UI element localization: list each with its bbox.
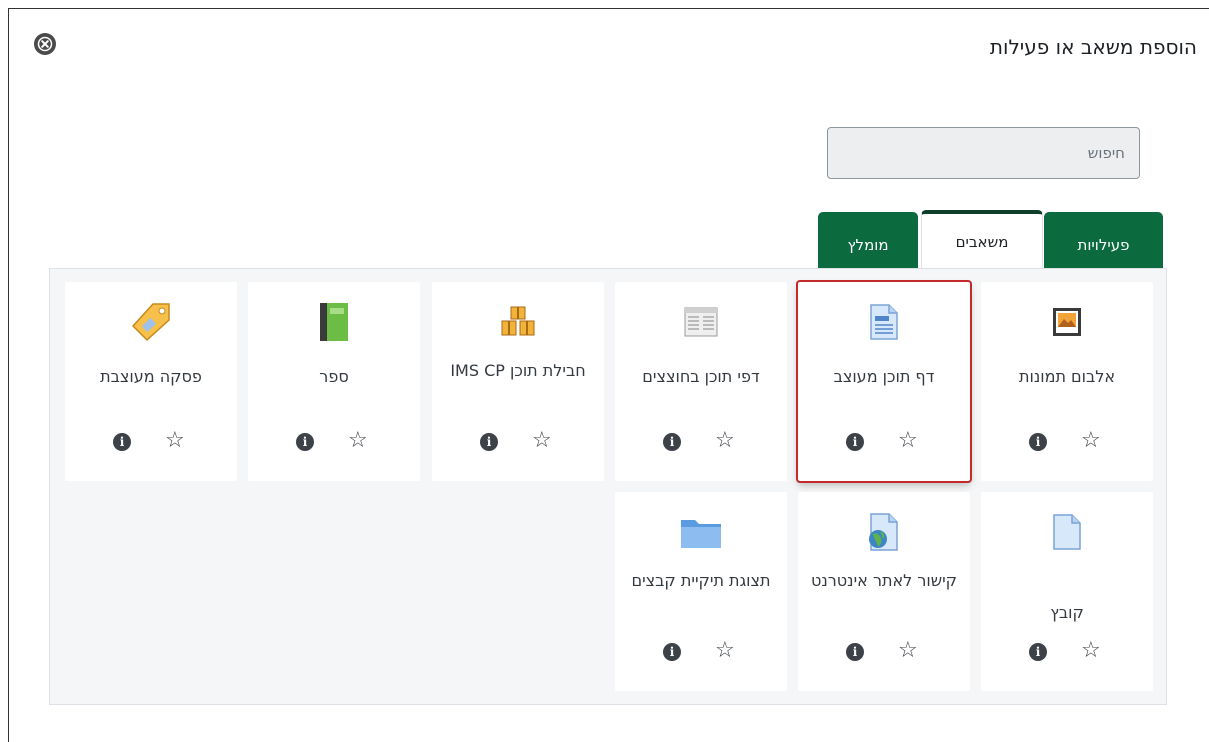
module-card-tabbed-pages[interactable]: דפי תוכן בחוצצים i ☆ bbox=[615, 282, 787, 481]
info-icon[interactable]: i bbox=[846, 643, 864, 661]
module-label: קישור לאתר אינטרנט bbox=[810, 571, 958, 590]
image-gallery-icon bbox=[1053, 308, 1081, 336]
star-icon[interactable]: ☆ bbox=[532, 429, 552, 453]
search-input[interactable] bbox=[827, 127, 1140, 179]
info-icon[interactable]: i bbox=[846, 433, 864, 451]
info-icon[interactable]: i bbox=[663, 433, 681, 451]
module-card-book[interactable]: ספר i ☆ bbox=[248, 282, 420, 481]
book-icon bbox=[320, 303, 348, 341]
module-card-url[interactable]: קישור לאתר אינטרנט i ☆ bbox=[798, 492, 970, 691]
folder-icon bbox=[681, 520, 721, 548]
star-icon[interactable]: ☆ bbox=[715, 639, 735, 663]
star-icon[interactable]: ☆ bbox=[898, 639, 918, 663]
info-icon[interactable]: i bbox=[480, 433, 498, 451]
module-card-file[interactable]: קובץ i ☆ bbox=[981, 492, 1153, 691]
info-icon[interactable]: i bbox=[296, 433, 314, 451]
tab-resources[interactable]: משאבים bbox=[921, 210, 1043, 270]
tab-recommended[interactable]: מומלץ bbox=[818, 212, 918, 269]
label-tag-icon bbox=[131, 303, 170, 342]
module-label: קובץ bbox=[1050, 603, 1084, 622]
module-label: תצוגת תיקיית קבצים bbox=[631, 571, 771, 590]
info-icon[interactable]: i bbox=[1029, 643, 1047, 661]
module-label: דף תוכן מעוצב bbox=[833, 367, 935, 386]
module-card-label[interactable]: פסקה מעוצבת i ☆ bbox=[65, 282, 237, 481]
ims-package-icon bbox=[501, 306, 535, 336]
module-label: אלבום תמונות bbox=[1018, 367, 1116, 386]
info-icon[interactable]: i bbox=[1029, 433, 1047, 451]
star-icon[interactable]: ☆ bbox=[348, 429, 368, 453]
url-icon bbox=[869, 513, 898, 551]
module-label: פסקה מעוצבת bbox=[100, 367, 202, 386]
module-card-page[interactable]: דף תוכן מעוצב i ☆ bbox=[796, 280, 972, 483]
info-icon[interactable]: i bbox=[113, 433, 131, 451]
dialog-title: הוספת משאב או פעילות bbox=[989, 35, 1197, 59]
module-card-ims-package[interactable]: חבילת תוכן IMS CP i ☆ bbox=[432, 282, 604, 481]
star-icon[interactable]: ☆ bbox=[1081, 639, 1101, 663]
star-icon[interactable]: ☆ bbox=[898, 429, 918, 453]
star-icon[interactable]: ☆ bbox=[165, 429, 185, 453]
file-icon bbox=[1053, 514, 1081, 550]
modules-panel: אלבום תמונות i ☆ דף תוכן מעוצב i ☆ דפי ת… bbox=[49, 268, 1167, 705]
star-icon[interactable]: ☆ bbox=[1081, 429, 1101, 453]
star-icon[interactable]: ☆ bbox=[715, 429, 735, 453]
tab-activities[interactable]: פעילויות bbox=[1044, 212, 1163, 269]
module-card-folder[interactable]: תצוגת תיקיית קבצים i ☆ bbox=[615, 492, 787, 691]
page-icon bbox=[870, 304, 898, 340]
info-icon[interactable]: i bbox=[663, 643, 681, 661]
tabbed-pages-icon bbox=[684, 307, 718, 337]
module-label: דפי תוכן בחוצצים bbox=[642, 367, 760, 386]
module-label: חבילת תוכן IMS CP bbox=[450, 361, 586, 380]
module-label: ספר bbox=[319, 367, 349, 386]
close-icon bbox=[35, 34, 55, 54]
close-button[interactable] bbox=[34, 33, 56, 55]
module-card-image-gallery[interactable]: אלבום תמונות i ☆ bbox=[981, 282, 1153, 481]
